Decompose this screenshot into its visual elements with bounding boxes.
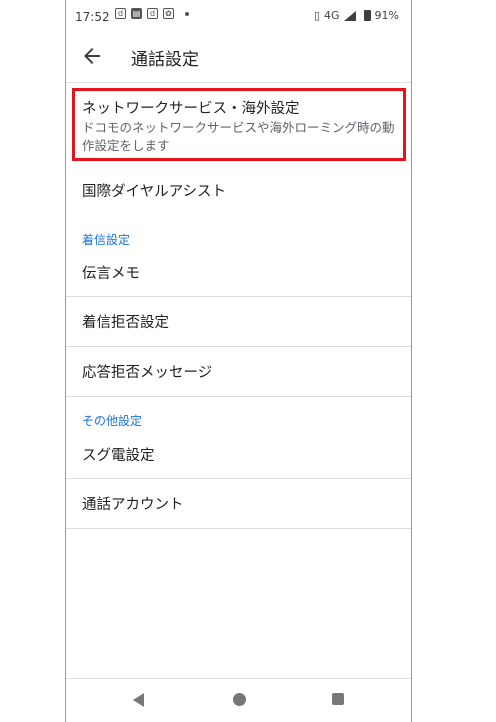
list-divider <box>66 528 411 529</box>
reply-reject-message-label: 応答拒否メッセージ <box>82 365 213 381</box>
page-title: 通話設定 <box>131 50 199 70</box>
app-bar-divider <box>66 82 411 83</box>
quick-dial-item[interactable]: スグ電設定 <box>66 432 411 476</box>
book-icon: ▤ <box>131 8 142 19</box>
call-reject-item[interactable]: 着信拒否設定 <box>66 297 411 345</box>
reply-reject-message-item[interactable]: 応答拒否メッセージ <box>66 347 411 395</box>
quick-dial-label: スグ電設定 <box>82 448 155 464</box>
status-bar: 17:52 d ▤ d ✿ ▯ 4G 91% <box>66 0 411 32</box>
nav-home-icon[interactable] <box>233 693 246 706</box>
intl-dial-assist-label: 国際ダイヤルアシスト <box>82 184 226 200</box>
d-app-icon: d <box>115 8 126 19</box>
intl-dial-assist-item[interactable]: 国際ダイヤルアシスト <box>66 168 411 212</box>
section-header-other: その他設定 <box>82 414 143 428</box>
battery-icon <box>363 10 371 21</box>
vibrate-icon: ▯ <box>313 9 321 22</box>
call-accounts-label: 通話アカウント <box>82 497 184 513</box>
battery-level: 91% <box>374 9 399 22</box>
more-notifications-dot <box>185 11 189 16</box>
app-bar: 通話設定 <box>66 32 411 82</box>
phone-screen: 17:52 d ▤ d ✿ ▯ 4G 91% 通話設定 ネットワークサービス・海… <box>65 0 412 722</box>
nav-recents-icon[interactable] <box>332 693 344 705</box>
voicemail-item[interactable]: 伝言メモ <box>66 250 411 294</box>
navigation-bar <box>66 678 411 722</box>
photo-icon: ✿ <box>163 8 174 19</box>
notification-icons: d ▤ d ✿ <box>115 8 189 19</box>
call-accounts-item[interactable]: 通話アカウント <box>66 479 411 527</box>
status-right: ▯ 4G 91% <box>314 9 399 22</box>
d-app-icon-2: d <box>147 8 158 19</box>
status-time: 17:52 <box>75 10 110 24</box>
highlight-frame <box>72 88 406 161</box>
call-reject-label: 着信拒否設定 <box>82 315 169 331</box>
network-type: 4G <box>324 9 340 22</box>
list-divider <box>66 396 411 397</box>
nav-back-icon[interactable] <box>133 693 144 707</box>
voicemail-label: 伝言メモ <box>82 266 140 282</box>
back-arrow-icon[interactable] <box>80 44 104 68</box>
section-header-incoming: 着信設定 <box>82 233 131 247</box>
signal-icon <box>343 10 356 21</box>
